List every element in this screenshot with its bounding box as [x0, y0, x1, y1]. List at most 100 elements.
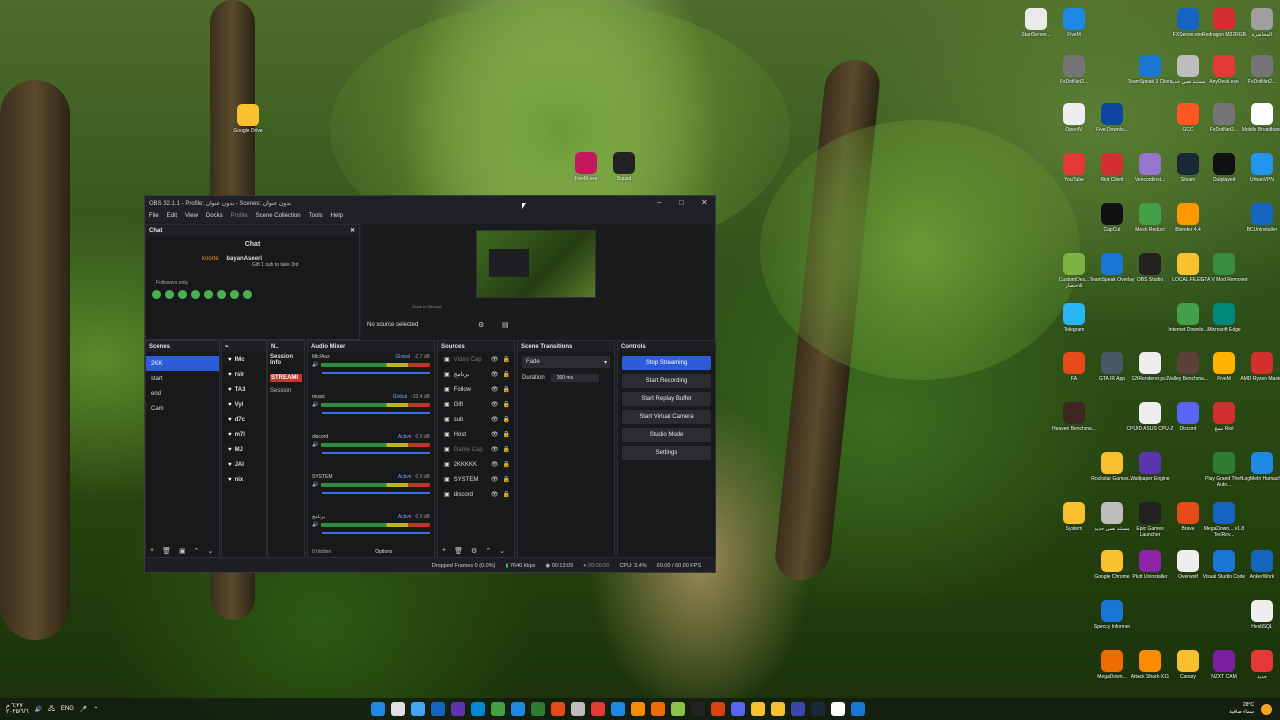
track-badge[interactable]: Global [395, 354, 409, 360]
taskbar-app-icon[interactable] [391, 702, 405, 716]
settings-button[interactable]: Settings [622, 446, 711, 460]
speaker-icon[interactable]: 🔊 [312, 362, 318, 368]
start-virtual-camera-button[interactable]: Start Virtual Camera [622, 410, 711, 424]
desktop-shortcut[interactable]: HeidiSQL [1238, 600, 1280, 630]
eye-icon[interactable]: 👁 [491, 371, 499, 378]
eye-icon[interactable]: 👁 [491, 431, 499, 438]
up-icon[interactable]: ⌃ [194, 547, 200, 555]
scene-item[interactable]: end [146, 386, 219, 401]
taskbar-app-icon[interactable] [631, 702, 645, 716]
desktop-shortcut[interactable]: MegaDown... v1.8 TecRev... [1200, 502, 1248, 538]
studio-mode-button[interactable]: Studio Mode [622, 428, 711, 442]
desktop-shortcut[interactable]: LogMeIn Hamachi [1238, 452, 1280, 482]
scene-item[interactable]: start [146, 371, 219, 386]
chevron-up-icon[interactable]: ⌃ [93, 706, 98, 713]
desktop-shortcut[interactable]: المحاضرة [1238, 8, 1280, 38]
lock-icon[interactable]: 🔒 [503, 356, 510, 363]
desktop-shortcut[interactable]: Wallpaper Engine [1126, 452, 1174, 482]
up-icon[interactable]: ⌃ [485, 547, 491, 555]
track-badge[interactable]: Active [398, 474, 412, 480]
desktop-shortcut[interactable]: FiveM [1050, 8, 1098, 38]
start-replay-buffer-button[interactable]: Start Replay Buffer [622, 392, 711, 406]
desktop-shortcut[interactable]: Five Downlo... [1088, 103, 1136, 133]
eye-icon[interactable]: 👁 [491, 356, 499, 363]
taskbar-app-icon[interactable] [471, 702, 485, 716]
close-icon[interactable]: ✕ [701, 198, 708, 207]
network-icon[interactable]: 🖧 [48, 704, 55, 714]
source-item[interactable]: ▣ 2KKKKK 👁 🔒 [438, 457, 514, 472]
taskbar-app-icon[interactable] [651, 702, 665, 716]
down-icon[interactable]: ⌄ [499, 547, 505, 555]
taskbar-app-icon[interactable] [751, 702, 765, 716]
eye-icon[interactable]: 👁 [491, 476, 499, 483]
stop-streaming-button[interactable]: Stop Streaming [622, 356, 711, 370]
source-item[interactable]: ▣ discord 👁 🔒 [438, 487, 514, 502]
preview-scale[interactable]: Scale to Window [412, 304, 442, 309]
maximize-icon[interactable]: □ [679, 198, 684, 207]
stream-list-item[interactable]: ♥ Vyi [222, 397, 266, 412]
lock-icon[interactable]: 🔒 [503, 371, 510, 378]
taskbar-app-icon[interactable] [771, 702, 785, 716]
volume-slider[interactable] [322, 452, 430, 454]
taskbar-app-icon[interactable] [711, 702, 725, 716]
menu-help[interactable]: Help [331, 213, 343, 219]
stream-list-item[interactable]: ♥ d7c [222, 412, 266, 427]
transition-select[interactable]: Fade ▾ [522, 356, 610, 368]
trash-icon[interactable]: 🗑 [454, 547, 463, 555]
mic-icon[interactable]: 🎤 [80, 706, 87, 713]
speaker-icon[interactable]: 🔊 [312, 522, 318, 528]
speaker-icon[interactable]: 🔊 [312, 442, 318, 448]
source-item[interactable]: ▣ Host 👁 🔒 [438, 427, 514, 442]
obs-titlebar[interactable]: OBS 32.1.1 - Profile: بدون عنوان - Scene… [145, 196, 715, 210]
track-badge[interactable]: Active [398, 434, 412, 440]
source-item[interactable]: ▣ Game Cap 👁 🔒 [438, 442, 514, 457]
taskbar-app-icon[interactable] [831, 702, 845, 716]
track-badge[interactable]: Global [393, 394, 407, 400]
volume-icon[interactable]: 🔊 [35, 706, 42, 713]
eye-icon[interactable]: 👁 [491, 446, 499, 453]
desktop-shortcut[interactable]: AMD Ryzen Master [1238, 352, 1280, 382]
obs-window[interactable]: OBS 32.1.1 - Profile: بدون عنوان - Scene… [144, 195, 716, 573]
source-item[interactable]: ▣ Gift 👁 🔒 [438, 397, 514, 412]
close-icon[interactable]: ✕ [350, 227, 355, 234]
taskbar-app-icon[interactable] [411, 702, 425, 716]
source-item[interactable]: ▣ SYSTEM 👁 🔒 [438, 472, 514, 487]
desktop-shortcut[interactable]: Microsoft Edge [1200, 303, 1248, 333]
lock-icon[interactable]: 🔒 [503, 476, 510, 483]
speaker-icon[interactable]: 🔊 [312, 482, 318, 488]
lock-icon[interactable]: 🔒 [503, 416, 510, 423]
eye-icon[interactable]: 👁 [491, 416, 499, 423]
add-icon[interactable]: + [150, 547, 154, 555]
desktop-shortcut[interactable]: FxDotNet2... [1238, 55, 1280, 85]
menu-view[interactable]: View [185, 213, 198, 219]
filters-icon[interactable]: ▣ [179, 547, 186, 555]
preview-area[interactable]: Scale to Window No source selected ⚙ ▤ [362, 224, 714, 340]
taskbar-app-icon[interactable] [611, 702, 625, 716]
eye-icon[interactable]: 👁 [491, 401, 499, 408]
desktop-shortcut[interactable]: Heaven Benchma... [1050, 402, 1098, 432]
start-recording-button[interactable]: Start Recording [622, 374, 711, 388]
desktop-shortcut[interactable]: Google Drive [224, 104, 272, 134]
taskbar-app-icon[interactable] [371, 702, 385, 716]
options-button[interactable]: Options [375, 549, 392, 555]
add-icon[interactable]: + [442, 547, 446, 555]
eye-icon[interactable]: 👁 [491, 491, 499, 498]
taskbar-app-icon[interactable] [791, 702, 805, 716]
gear-icon[interactable]: ⚙ [478, 321, 484, 329]
taskbar-app-icon[interactable] [531, 702, 545, 716]
taskbar-app-icon[interactable] [451, 702, 465, 716]
menu-profile[interactable]: Profile [231, 213, 248, 219]
language-indicator[interactable]: ENG [61, 706, 74, 712]
track-badge[interactable]: Active [398, 514, 412, 520]
scene-item[interactable]: 2KK [146, 356, 219, 371]
desktop-shortcut[interactable]: نسخ Riot [1200, 402, 1248, 432]
volume-slider[interactable] [322, 372, 430, 374]
volume-slider[interactable] [322, 492, 430, 494]
desktop-shortcut[interactable]: UrbanVPN [1238, 153, 1280, 183]
taskbar-app-icon[interactable] [431, 702, 445, 716]
desktop-shortcut[interactable]: Squad [600, 152, 648, 182]
menu-file[interactable]: File [149, 213, 159, 219]
desktop-shortcut[interactable]: AnkerWork [1238, 550, 1280, 580]
lock-icon[interactable]: 🔒 [503, 386, 510, 393]
taskbar-app-icon[interactable] [851, 702, 865, 716]
